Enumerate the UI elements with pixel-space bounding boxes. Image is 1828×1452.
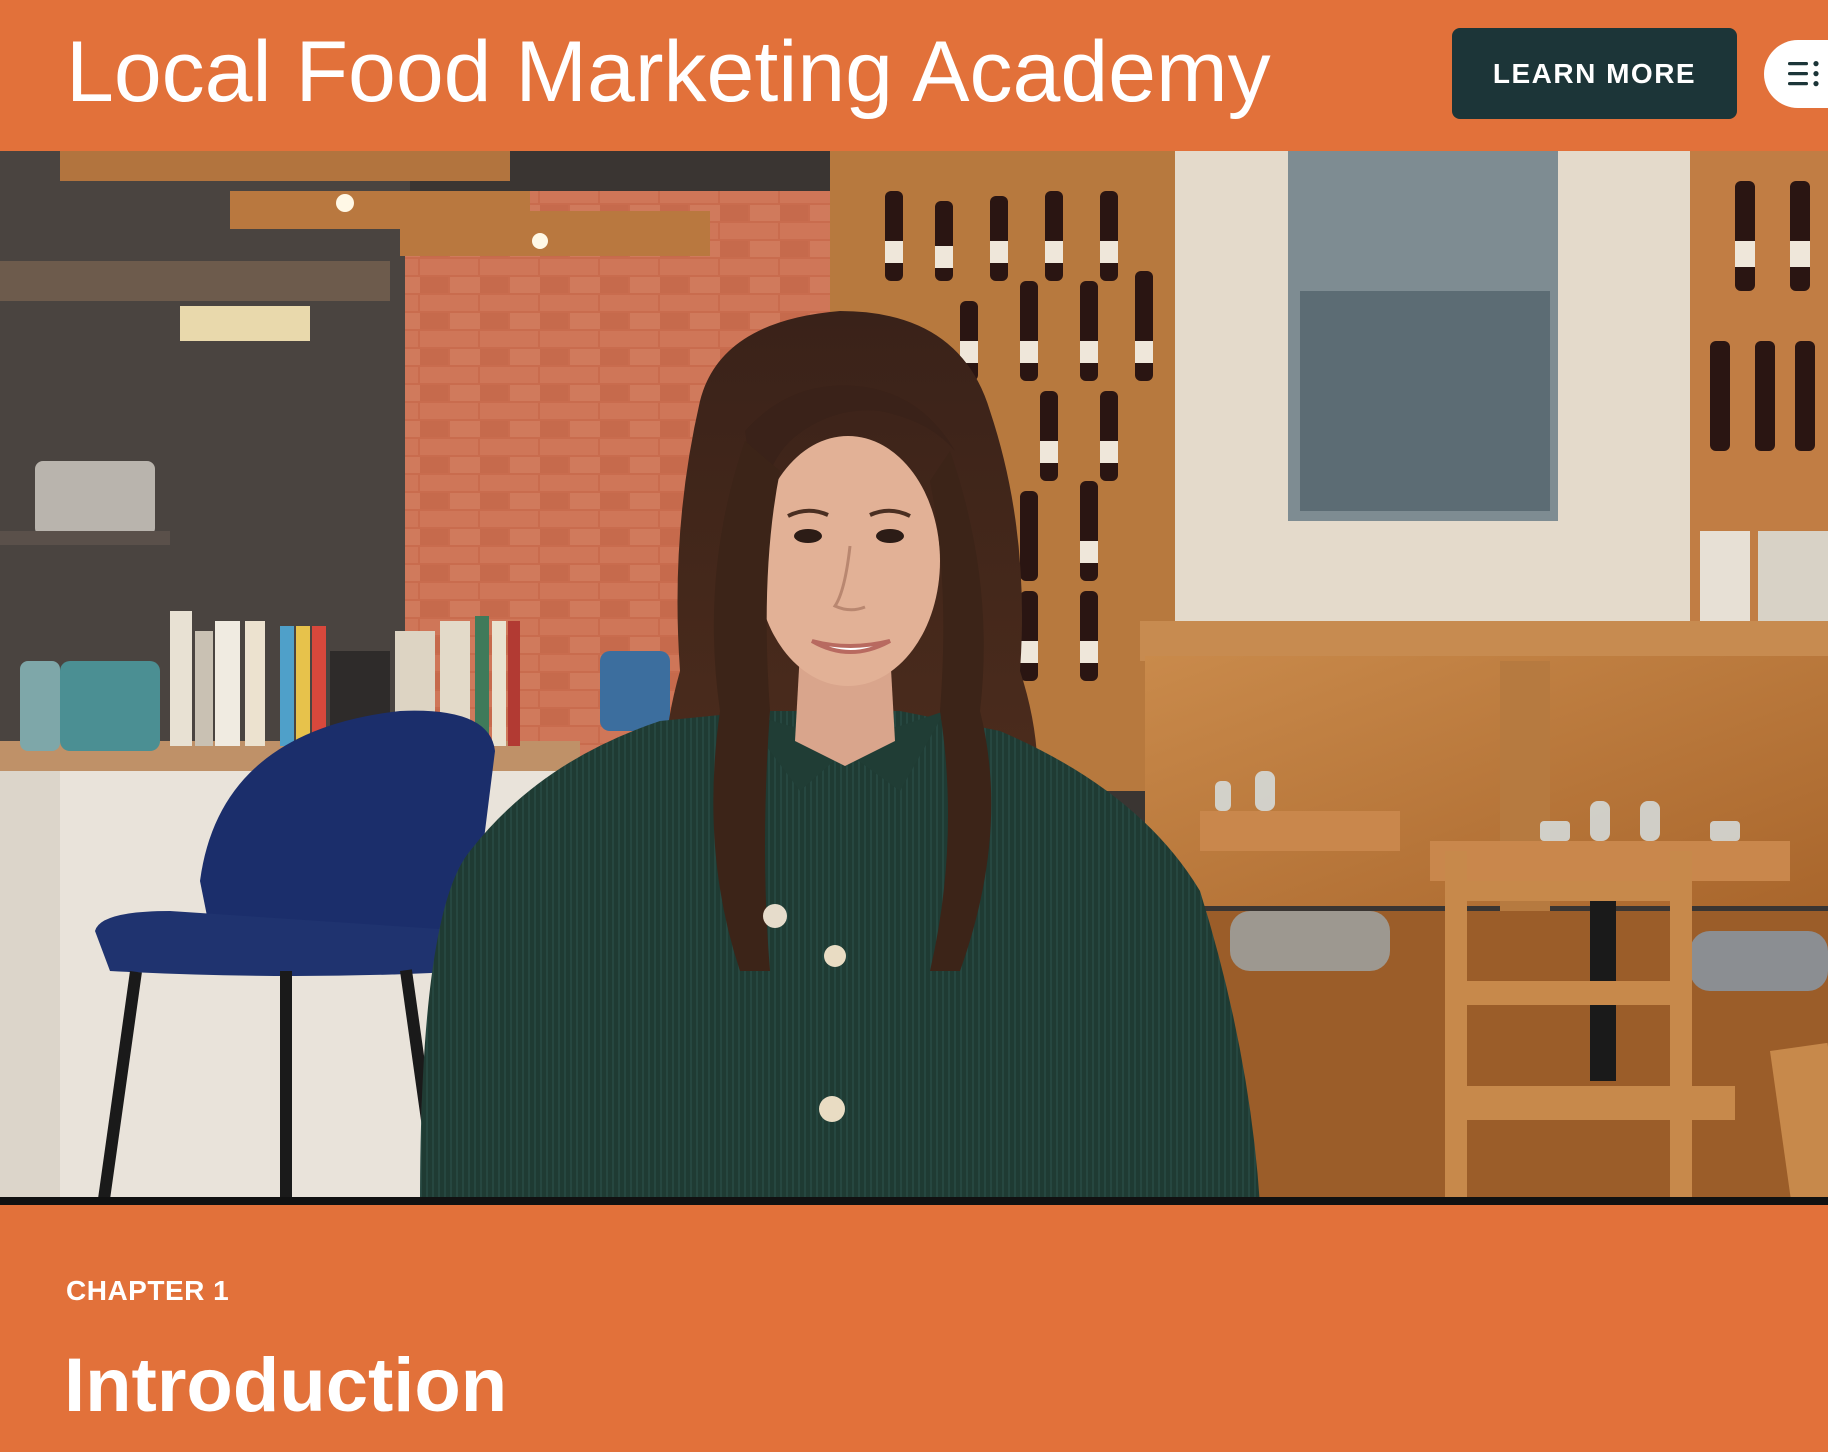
chapter-label: CHAPTER 1 xyxy=(66,1275,230,1306)
site-title[interactable]: Local Food Marketing Academy xyxy=(66,22,1271,122)
learn-more-button[interactable]: LEARN MORE xyxy=(1452,28,1737,119)
menu-list-icon xyxy=(1788,61,1819,87)
chapter-section: CHAPTER 1 Introduction xyxy=(0,1205,1828,1452)
menu-button[interactable] xyxy=(1764,40,1828,108)
chapter-title: Introduction xyxy=(64,1343,508,1428)
page: Local Food Marketing Academy LEARN MORE xyxy=(0,0,1828,1452)
video-player[interactable] xyxy=(0,151,1828,1205)
site-header: Local Food Marketing Academy LEARN MORE xyxy=(0,0,1828,151)
video-still xyxy=(0,151,1828,1205)
